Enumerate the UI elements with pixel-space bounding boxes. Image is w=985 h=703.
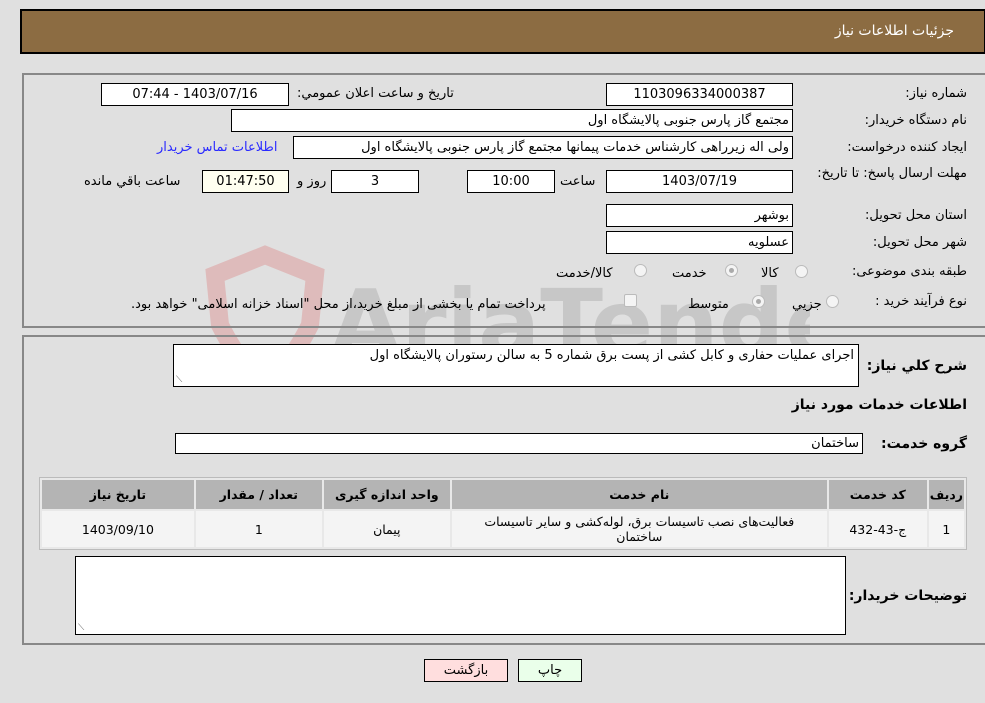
description-textarea[interactable]: اجرای عملیات حفاری و کابل کشی از پست برق… <box>173 344 859 387</box>
cell-unit: پیمان <box>323 511 450 547</box>
services-section-title: اطلاعات خدمات مورد نیاز <box>791 397 967 413</box>
purchase-radio-minor[interactable] <box>826 295 839 308</box>
remaining-time-field: 01:47:50 <box>202 170 289 193</box>
province-label: استان محل تحویل: <box>865 208 967 223</box>
category-option-goods: کالا <box>761 266 779 281</box>
cell-service-name: فعالیت‌های نصب تاسیسات برق، لوله‌کشی و س… <box>451 511 827 547</box>
cell-service-code: ج-43-432 <box>828 511 927 547</box>
print-button[interactable]: چاپ <box>518 659 582 682</box>
days-label: روز و <box>297 174 327 189</box>
deadline-time-label: ساعت <box>560 174 596 189</box>
description-label: شرح کلي نياز: <box>866 358 967 374</box>
col-row-number: ردیف <box>928 480 964 509</box>
city-field: عسلویه <box>606 231 793 254</box>
purchase-option-medium: متوسط <box>688 297 729 312</box>
table-row: 1 ج-43-432 فعالیت‌های نصب تاسیسات برق، ل… <box>42 511 964 547</box>
resize-grip-icon[interactable]: ⟋ <box>176 375 182 385</box>
deadline-label: مهلت ارسال پاسخ: تا تاریخ: <box>817 166 967 181</box>
back-button[interactable]: بازگشت <box>424 659 508 682</box>
treasury-note: پرداخت تمام یا بخشی از مبلغ خرید،از محل … <box>131 297 546 312</box>
remaining-time-label: ساعت باقي مانده <box>84 174 181 189</box>
requester-field: ولی اله زیرراهی کارشناس خدمات پیمانها مج… <box>293 136 793 159</box>
requester-label: ایجاد کننده درخواست: <box>847 140 967 155</box>
buyer-org-label: نام دستگاه خريدار: <box>864 113 967 128</box>
purchase-radio-medium[interactable] <box>752 295 765 308</box>
cell-quantity: 1 <box>195 511 322 547</box>
service-group-label: گروه خدمت: <box>881 436 967 452</box>
page-header: جزئیات اطلاعات نیاز <box>20 9 985 54</box>
description-text: اجرای عملیات حفاری و کابل کشی از پست برق… <box>369 348 854 363</box>
services-table: ردیف کد خدمت نام خدمت واحد اندازه گیری ت… <box>39 477 967 550</box>
resize-grip-icon[interactable]: ⟋ <box>78 623 84 633</box>
deadline-time-field: 10:00 <box>467 170 555 193</box>
purchase-type-label: نوع فرآیند خرید : <box>875 294 967 309</box>
purchase-option-minor: جزيي <box>792 297 822 312</box>
buyer-org-field: مجتمع گاز پارس جنوبی پالایشگاه اول <box>231 109 793 132</box>
buyer-notes-label: توضیحات خریدار: <box>848 588 967 604</box>
col-unit: واحد اندازه گیری <box>323 480 450 509</box>
service-group-field: ساختمان <box>175 433 863 454</box>
need-number-field: 1103096334000387 <box>606 83 793 106</box>
city-label: شهر محل تحویل: <box>872 235 967 250</box>
col-need-date: تاریخ نیاز <box>42 480 194 509</box>
category-radio-goods-service[interactable] <box>634 264 647 277</box>
col-service-name: نام خدمت <box>451 480 827 509</box>
need-number-label: شماره نیاز: <box>905 86 967 101</box>
category-option-service: خدمت <box>672 266 707 281</box>
buyer-notes-textarea[interactable]: ⟋ <box>75 556 846 635</box>
remaining-days-field: 3 <box>331 170 419 193</box>
category-option-goods-service: کالا/خدمت <box>556 266 613 281</box>
buyer-contact-link[interactable]: اطلاعات تماس خریدار <box>157 140 277 155</box>
province-field: بوشهر <box>606 204 793 227</box>
announce-datetime-label: تاریخ و ساعت اعلان عمومي: <box>297 86 454 101</box>
cell-need-date: 1403/09/10 <box>42 511 194 547</box>
category-radio-service[interactable] <box>725 264 738 277</box>
treasury-checkbox[interactable] <box>624 294 637 307</box>
col-service-code: کد خدمت <box>828 480 927 509</box>
page-title: جزئیات اطلاعات نیاز <box>834 23 954 39</box>
announce-datetime-field: 1403/07/16 - 07:44 <box>101 83 289 106</box>
table-header-row: ردیف کد خدمت نام خدمت واحد اندازه گیری ت… <box>42 480 964 509</box>
cell-row-number: 1 <box>928 511 964 547</box>
category-radio-goods[interactable] <box>795 265 808 278</box>
deadline-date-field: 1403/07/19 <box>606 170 793 193</box>
col-quantity: تعداد / مقدار <box>195 480 322 509</box>
category-label: طبقه بندی موضوعی: <box>851 264 967 279</box>
